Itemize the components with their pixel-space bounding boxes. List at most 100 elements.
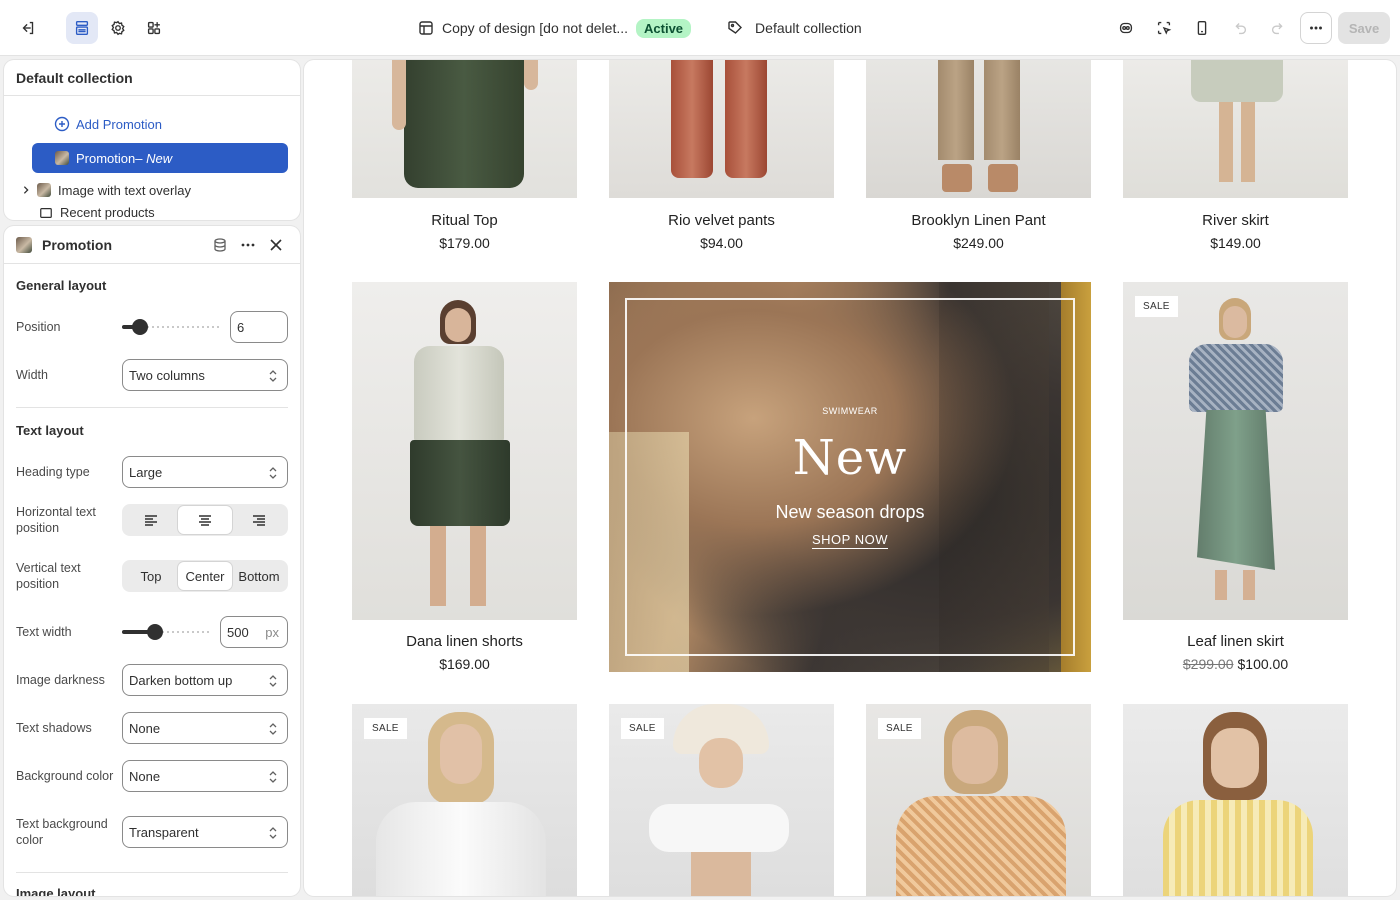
text-shadows-value: None — [129, 720, 161, 736]
text-width-unit: px — [265, 624, 279, 640]
product-name[interactable]: Rio velvet pants — [609, 212, 834, 229]
slider-handle[interactable] — [132, 319, 148, 335]
width-select[interactable]: Two columns — [122, 359, 288, 391]
ellipsis-icon — [1310, 26, 1322, 30]
shop-now-link[interactable]: SHOP NOW — [609, 532, 1091, 549]
undo-icon[interactable] — [1224, 12, 1256, 44]
image-thumbnail-icon — [16, 236, 32, 253]
promotion-block[interactable]: SWIMWEAR New New season drops SHOP NOW — [609, 282, 1091, 672]
divider — [16, 407, 288, 408]
sidebar-item-recent-products[interactable]: Recent products — [4, 205, 300, 220]
more-actions-button[interactable] — [1300, 12, 1332, 44]
product-image[interactable] — [866, 60, 1091, 198]
product-image[interactable]: SALE — [866, 704, 1091, 896]
select-chevron-icon — [269, 467, 277, 479]
store-preview: Ritual Top $179.00 Rio velvet pants $94.… — [304, 60, 1396, 896]
text-background-color-select[interactable]: Transparent — [122, 816, 288, 848]
horizontal-position-label: Horizontal text position — [16, 505, 96, 535]
text-shadows-setting: Text shadows None — [16, 712, 288, 744]
sidebar-item-image-overlay[interactable]: Image with text overlay — [4, 175, 300, 205]
ellipsis-icon[interactable] — [236, 233, 260, 257]
chevron-right-icon[interactable] — [20, 182, 32, 198]
product-image[interactable] — [1123, 704, 1348, 896]
width-value: Two columns — [129, 367, 205, 383]
heading-type-value: Large — [129, 464, 163, 480]
inspector-icon[interactable] — [1148, 12, 1180, 44]
shop-now-label: SHOP NOW — [812, 532, 888, 549]
background-color-setting: Background color None — [16, 760, 288, 792]
text-shadows-select[interactable]: None — [122, 712, 288, 744]
product-image[interactable]: SALE — [1123, 282, 1348, 620]
product-name[interactable]: Ritual Top — [352, 212, 577, 229]
product-name[interactable]: River skirt — [1123, 212, 1348, 229]
vertical-position-label: Vertical text position — [16, 561, 81, 591]
text-width-label: Text width — [16, 625, 72, 639]
toolbar-actions: Save — [1110, 12, 1390, 44]
vertical-option-top[interactable]: Top — [124, 562, 178, 590]
sections-icon[interactable] — [66, 12, 98, 44]
products-icon — [38, 205, 54, 220]
product-price: $149.00 — [1210, 235, 1261, 251]
product-image[interactable] — [352, 282, 577, 620]
background-color-select[interactable]: None — [122, 760, 288, 792]
cursor-mask-icon[interactable] — [1110, 12, 1142, 44]
position-input[interactable]: 6 — [230, 311, 288, 343]
product-image[interactable]: SALE — [352, 704, 577, 896]
theme-name[interactable]: Copy of design [do not delet... — [442, 20, 628, 36]
image-overlay-label: Image with text overlay — [58, 182, 191, 198]
apps-icon[interactable] — [138, 12, 170, 44]
database-icon[interactable] — [208, 233, 232, 257]
image-thumbnail-icon — [54, 150, 70, 166]
close-icon[interactable] — [264, 233, 288, 257]
promotion-new-suffix: – New — [135, 150, 173, 166]
promotion-eyebrow: SWIMWEAR — [822, 406, 878, 416]
promotion-subheading: New season drops — [775, 502, 925, 522]
vertical-position-setting: Vertical text position Top Center Bottom — [16, 560, 288, 592]
product-name[interactable]: Brooklyn Linen Pant — [866, 212, 1091, 229]
image-darkness-label: Image darkness — [16, 673, 105, 687]
position-slider[interactable] — [122, 319, 220, 335]
align-left-icon[interactable] — [124, 506, 178, 534]
sale-price: $100.00 — [1237, 656, 1289, 672]
product-image[interactable] — [1123, 60, 1348, 198]
sidebar-item-promotion[interactable]: Promotion – New — [32, 143, 288, 173]
template-selector[interactable]: Default collection — [755, 20, 862, 36]
product-price: $169.00 — [439, 656, 490, 672]
vertical-option-center[interactable]: Center — [178, 562, 232, 590]
redo-icon[interactable] — [1262, 12, 1294, 44]
save-button[interactable]: Save — [1338, 12, 1390, 44]
sale-badge: SALE — [621, 718, 664, 739]
image-darkness-select[interactable]: Darken bottom up — [122, 664, 288, 696]
sections-panel: Default collection Add Promotion Promoti… — [4, 60, 300, 220]
heading-type-label: Heading type — [16, 465, 90, 479]
sale-badge: SALE — [878, 718, 921, 739]
background-color-value: None — [129, 768, 161, 784]
mobile-icon[interactable] — [1186, 12, 1218, 44]
product-name[interactable]: Dana linen shorts — [352, 633, 577, 650]
sections-panel-title: Default collection — [4, 60, 300, 96]
add-promotion-button[interactable]: Add Promotion — [4, 109, 300, 139]
width-setting: Width Two columns — [16, 359, 288, 391]
select-chevron-icon — [269, 675, 277, 687]
product-image[interactable]: SALE — [609, 704, 834, 896]
product-image[interactable] — [352, 60, 577, 198]
slider-handle[interactable] — [147, 624, 163, 640]
status-badge: Active — [636, 18, 692, 38]
text-width-input[interactable]: 500 px — [220, 616, 288, 648]
gear-icon[interactable] — [102, 12, 134, 44]
settings-panel: Promotion General layout Position 6 Widt… — [4, 226, 300, 896]
heading-type-select[interactable]: Large — [122, 456, 288, 488]
plus-circle-icon — [54, 116, 70, 132]
align-right-icon[interactable] — [232, 506, 286, 534]
product-name[interactable]: Leaf linen skirt — [1123, 633, 1348, 650]
text-width-slider[interactable] — [122, 624, 210, 640]
text-layout-heading: Text layout — [16, 423, 84, 438]
vertical-option-bottom[interactable]: Bottom — [232, 562, 286, 590]
align-center-icon[interactable] — [178, 506, 232, 534]
product-price: $94.00 — [700, 235, 743, 251]
exit-icon[interactable] — [12, 12, 44, 44]
product-image[interactable] — [609, 60, 834, 198]
divider — [16, 872, 288, 873]
promotion-heading: New — [792, 430, 908, 486]
image-darkness-setting: Image darkness Darken bottom up — [16, 664, 288, 696]
